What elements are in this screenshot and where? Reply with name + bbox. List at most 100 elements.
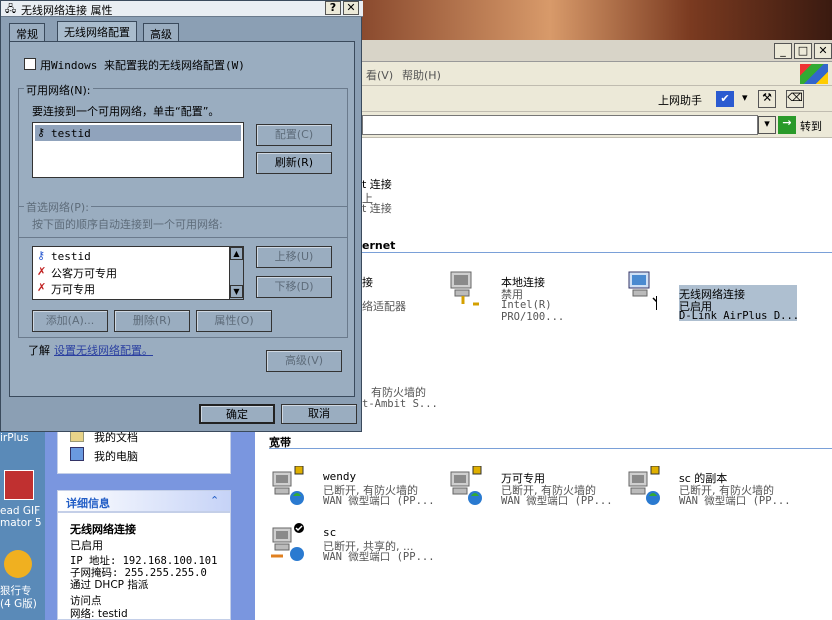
- preferred-item: testid: [51, 250, 91, 263]
- broadband-device: WAN 微型端口 (PP...: [501, 495, 613, 507]
- local-device: Intel(R) PRO/100...: [501, 299, 565, 323]
- properties-button[interactable]: 属性(O): [196, 310, 272, 332]
- broadband-device: WAN 微型端口 (PP...: [323, 551, 435, 563]
- key-icon: ⚷: [37, 249, 46, 262]
- conn-fragment-line: t 连接: [362, 202, 392, 215]
- dialog-close-button[interactable]: ✕: [343, 1, 359, 15]
- advanced-button[interactable]: 高级(V): [266, 350, 342, 372]
- available-item: testid: [51, 127, 91, 140]
- broadband-item-sc-copy[interactable]: sc 的副本 已断开, 有防火墙的 WAN 微型端口 (PP...: [625, 464, 800, 514]
- maximize-button[interactable]: □: [794, 43, 812, 59]
- details-ap: 访问点: [70, 595, 102, 607]
- dialup-connection-icon: [271, 465, 304, 505]
- refresh-button[interactable]: 刷新(R): [256, 152, 332, 174]
- scrollbar[interactable]: ▲ ▼: [229, 247, 243, 299]
- remove-button[interactable]: 删除(R): [114, 310, 190, 332]
- tab-general[interactable]: 常规: [9, 23, 45, 41]
- scroll-down-icon[interactable]: ▼: [230, 285, 243, 298]
- preferred-item: 万可专用: [51, 283, 95, 296]
- section-internet: ernet: [362, 239, 396, 252]
- move-up-button[interactable]: 上移(U): [256, 246, 332, 268]
- use-windows-checkbox[interactable]: [24, 58, 36, 70]
- network-icon: 🖧: [5, 4, 17, 15]
- dialup-connection-icon: [627, 465, 660, 505]
- sun-icon[interactable]: [4, 550, 32, 578]
- details-title: 详细信息: [66, 497, 110, 510]
- available-list[interactable]: ⚷ testid: [32, 122, 244, 178]
- other-places-panel: 我的文档 我的电脑: [57, 430, 231, 474]
- go-label[interactable]: 转到: [800, 118, 822, 134]
- wireless-connection-item[interactable]: 无线网络连接 已启用 D-Link AirPlus D...: [625, 266, 800, 322]
- computer-icon: [70, 447, 84, 461]
- left-item-computer[interactable]: 我的电脑: [94, 448, 138, 464]
- menu-view[interactable]: 看(V): [366, 67, 393, 83]
- collapse-icon[interactable]: ⌃: [210, 494, 219, 507]
- desktop-icon-label-a[interactable]: irPlus: [0, 432, 45, 444]
- broadband-device: WAN 微型端口 (PP...: [323, 495, 435, 507]
- details-header[interactable]: 详细信息 ⌃: [57, 490, 231, 512]
- close-button[interactable]: ✕: [814, 43, 832, 59]
- task-pane: 我的文档 我的电脑 详细信息 ⌃ 无线网络连接 已启用 IP 地址: 192.1…: [45, 430, 255, 620]
- explorer-titlebar: _ □ ✕: [362, 40, 832, 62]
- wrench-icon[interactable]: ⚒: [758, 90, 776, 108]
- dialup-connection-icon: [449, 465, 482, 505]
- list-item[interactable]: ⚷ testid: [35, 248, 227, 264]
- desktop-icon-label-c[interactable]: mator 5: [0, 517, 42, 529]
- details-name: 无线网络连接: [70, 523, 136, 536]
- address-input[interactable]: [362, 115, 758, 135]
- scroll-up-icon[interactable]: ▲: [230, 247, 243, 260]
- go-arrow-icon[interactable]: →: [778, 116, 796, 134]
- add-button[interactable]: 添加(A)...: [32, 310, 108, 332]
- desktop-icon-label-d[interactable]: 狠行专: [0, 585, 32, 597]
- broadband-item-wendy[interactable]: wendy 已断开, 有防火墙的 WAN 微型端口 (PP...: [269, 464, 439, 514]
- details-dhcp: 通过 DHCP 指派: [70, 579, 149, 591]
- firewall-fragment-line2: t-Ambit S...: [362, 398, 438, 410]
- configure-button[interactable]: 配置(C): [256, 124, 332, 146]
- use-windows-label[interactable]: 用Windows 来配置我的无线网络配置(W): [40, 57, 245, 73]
- local-connection-item[interactable]: 本地连接 禁用 Intel(R) PRO/100...: [447, 266, 617, 323]
- app-icon[interactable]: [4, 470, 34, 500]
- helper-label[interactable]: 上网助手: [658, 92, 702, 108]
- unavailable-icon: ✗: [37, 265, 47, 278]
- wallpaper-top: [362, 0, 832, 40]
- conn-fragment2-sub: 络适配器: [362, 300, 406, 313]
- eraser-icon[interactable]: ⌫: [786, 90, 804, 108]
- list-item[interactable]: ✗ 公客万可专用: [35, 264, 227, 280]
- move-down-button[interactable]: 下移(D): [256, 276, 332, 298]
- available-hint: 要连接到一个可用网络，单击“配置”。: [32, 105, 220, 118]
- learn-link[interactable]: 设置无线网络配置。: [54, 342, 153, 358]
- dialog-titlebar: 🖧 无线网络连接 属性 ? ✕: [1, 1, 363, 17]
- details-network: 网络: testid: [70, 608, 128, 620]
- preferred-list[interactable]: ⚷ testid ✗ 公客万可专用 ✗ 万可专用 ▲ ▼: [32, 246, 244, 300]
- windows-logo-icon: [800, 64, 828, 84]
- toolbar: 上网助手 ✔ ▾ ⚒ ⌫: [362, 86, 832, 112]
- address-dropdown-icon[interactable]: ▾: [758, 116, 776, 134]
- desktop-icon-label-b[interactable]: ead GIF: [0, 505, 40, 517]
- broadband-device: WAN 微型端口 (PP...: [679, 495, 791, 507]
- details-mask: 子网掩码: 255.255.255.0: [70, 567, 207, 579]
- chevron-down-icon[interactable]: ▾: [742, 91, 748, 104]
- minimize-button[interactable]: _: [774, 43, 792, 59]
- help-button[interactable]: ?: [325, 1, 341, 15]
- details-panel: 无线网络连接 已启用 IP 地址: 192.168.100.101 子网掩码: …: [57, 512, 231, 620]
- wireless-device: D-Link AirPlus D...: [679, 310, 800, 322]
- cancel-button[interactable]: 取消: [281, 404, 357, 424]
- ok-button[interactable]: 确定: [199, 404, 275, 424]
- broadband-item-sc[interactable]: sc 已断开, 共享的, ... WAN 微型端口 (PP...: [269, 520, 439, 570]
- check-icon[interactable]: ✔: [716, 91, 734, 107]
- conn-fragment2-title[interactable]: 接: [362, 274, 373, 290]
- preferred-item: 公客万可专用: [51, 267, 117, 280]
- broadband-item-wanke[interactable]: 万可专用 已断开, 有防火墙的 WAN 微型端口 (PP...: [447, 464, 617, 514]
- tab-sheet: 用Windows 来配置我的无线网络配置(W) 可用网络(N): 要连接到一个可…: [9, 41, 355, 397]
- unavailable-icon: ✗: [37, 281, 47, 294]
- desktop-icon-label-e[interactable]: (4 G版): [0, 598, 37, 610]
- dialog-title: 无线网络连接 属性: [21, 4, 113, 17]
- section-divider: [269, 448, 832, 449]
- tab-wireless[interactable]: 无线网络配置: [57, 21, 137, 41]
- list-item[interactable]: ⚷ testid: [35, 125, 241, 141]
- learn-prefix: 了解: [28, 344, 50, 357]
- tab-advanced[interactable]: 高级: [143, 23, 179, 41]
- address-bar: ▾ → 转到: [362, 112, 832, 138]
- menu-help[interactable]: 帮助(H): [402, 67, 441, 83]
- list-item[interactable]: ✗ 万可专用: [35, 280, 227, 296]
